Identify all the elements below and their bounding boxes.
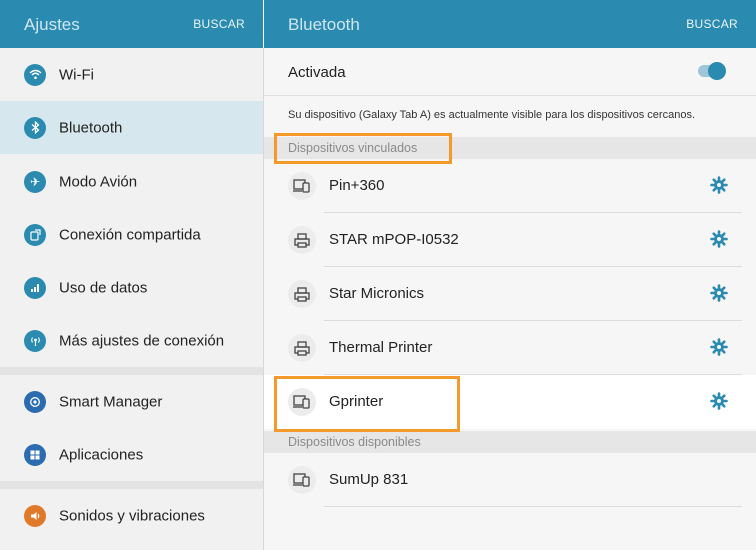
settings-sidebar: Wi-Fi Bluetooth ✈ Modo Avión Conexión co… [0,48,263,550]
sidebar-item-more-connection[interactable]: Más ajustes de conexión [0,314,263,367]
highlight-paired-header [274,133,452,164]
sidebar-item-label: Conexión compartida [59,226,201,243]
sidebar-item-tethering[interactable]: Conexión compartida [0,208,263,261]
device-name: SumUp 831 [329,471,409,488]
bluetooth-header: Bluetooth BUSCAR [264,0,756,48]
data-usage-icon [24,276,46,299]
highlight-gprinter [274,376,460,432]
sidebar-group-divider [0,367,263,375]
device-icon [288,466,316,494]
paired-device-row[interactable]: STAR mPOP-I0532 [264,213,756,267]
gear-icon[interactable] [710,338,728,356]
bluetooth-toggle[interactable] [698,62,726,80]
bluetooth-status-row[interactable]: Activada [264,48,756,96]
toggle-knob [708,62,726,80]
sound-icon [24,504,46,527]
device-name: Star Micronics [329,285,425,302]
sidebar-item-label: Modo Avión [59,173,138,190]
sidebar-item-bluetooth[interactable]: Bluetooth [0,101,263,154]
sidebar-item-label: Smart Manager [59,393,163,410]
available-devices-header-label: Dispositivos disponibles [288,435,421,449]
sidebar-item-apps[interactable]: Aplicaciones [0,428,263,481]
settings-search-button[interactable]: BUSCAR [193,17,245,31]
bluetooth-icon [24,116,46,139]
airplane-icon: ✈ [24,170,46,193]
bluetooth-status-label: Activada [288,64,346,81]
printer-icon [288,280,316,308]
settings-title: Ajustes [24,15,80,34]
sidebar-item-data-usage[interactable]: Uso de datos [0,261,263,314]
sidebar-item-label: Bluetooth [59,119,123,136]
available-device-row[interactable]: SumUp 831 [264,453,756,507]
bluetooth-search-button[interactable]: BUSCAR [686,17,738,31]
sidebar-item-label: Wi-Fi [59,66,94,83]
sidebar-item-sounds[interactable]: Sonidos y vibraciones [0,489,263,542]
row-divider [324,506,742,507]
bluetooth-title: Bluetooth [288,15,360,34]
sidebar-item-label: Aplicaciones [59,446,144,463]
tethering-icon [24,223,46,246]
sidebar-item-wifi[interactable]: Wi-Fi [0,48,263,101]
gear-icon[interactable] [710,284,728,302]
printer-icon [288,226,316,254]
device-name: Thermal Printer [329,339,433,356]
apps-icon [24,443,46,466]
printer-icon [288,334,316,362]
wifi-icon [24,63,46,86]
smart-manager-icon [24,390,46,413]
available-devices-header: Dispositivos disponibles [264,431,756,453]
sidebar-group-divider [0,481,263,489]
sidebar-item-label: Sonidos y vibraciones [59,507,205,524]
paired-device-row[interactable]: Thermal Printer [264,321,756,375]
sidebar-item-airplane[interactable]: ✈ Modo Avión [0,155,263,208]
settings-header: Ajustes BUSCAR [0,0,263,48]
sidebar-item-label: Más ajustes de conexión [59,332,225,349]
sidebar-item-label: Uso de datos [59,279,148,296]
paired-device-row[interactable]: Pin+360 [264,159,756,213]
paired-device-row[interactable]: Star Micronics [264,267,756,321]
bluetooth-panel: Activada Su dispositivo (Galaxy Tab A) e… [264,48,756,550]
gear-icon[interactable] [710,176,728,194]
device-name: STAR mPOP-I0532 [329,231,459,248]
sidebar-item-smart-manager[interactable]: Smart Manager [0,375,263,428]
gear-icon[interactable] [710,230,728,248]
more-connection-icon [24,329,46,352]
device-icon [288,172,316,200]
device-name: Pin+360 [329,177,385,194]
visibility-note: Su dispositivo (Galaxy Tab A) es actualm… [288,109,695,121]
gear-icon[interactable] [710,392,728,410]
